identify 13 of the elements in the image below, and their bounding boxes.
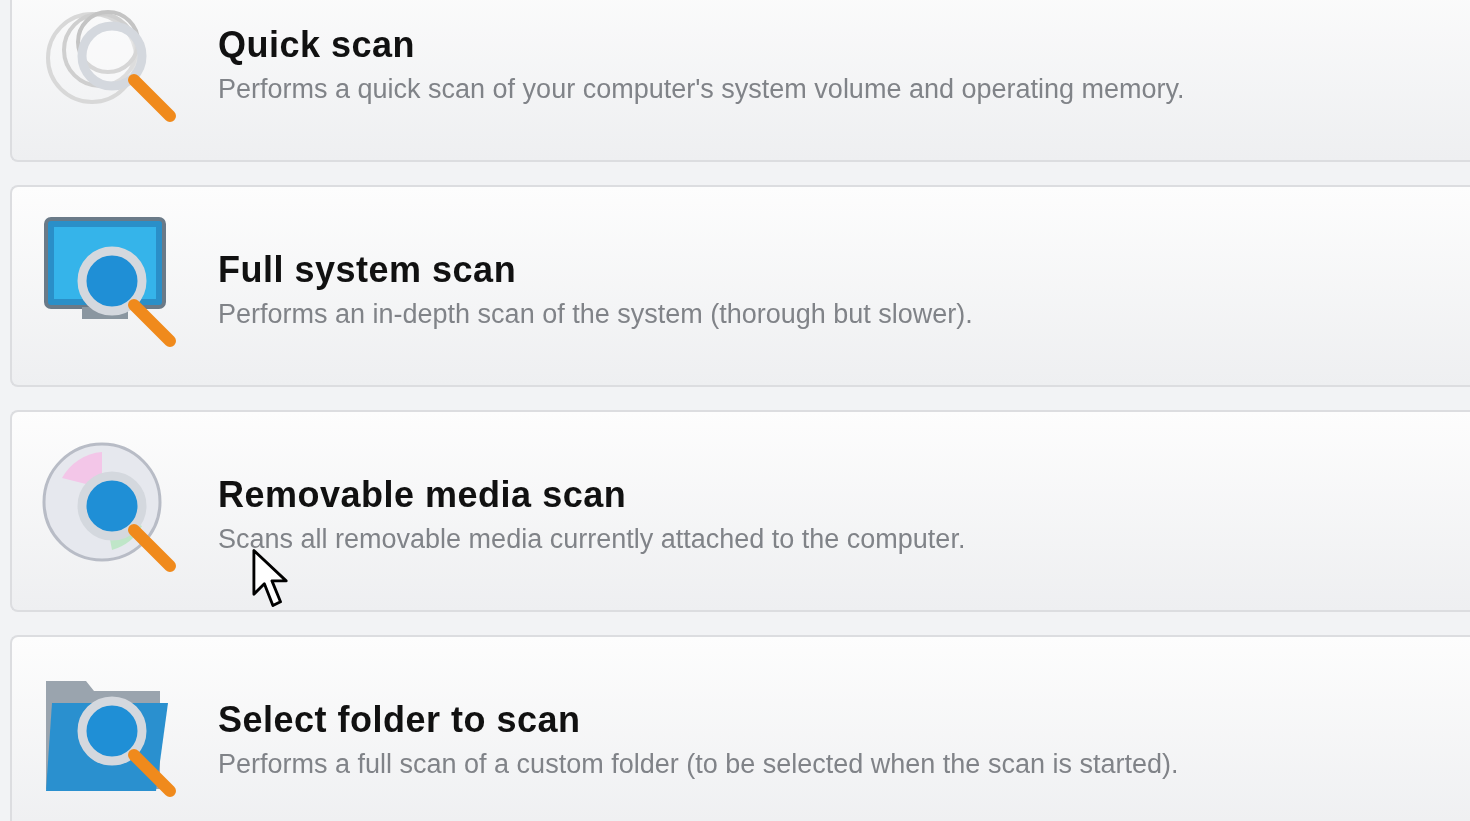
scan-option[interactable]: Quick scan Performs a quick scan of your computer's system volume and operating memory. [10,0,1470,162]
scan-option[interactable]: Select folder to scan Performs a full scan of a custom folder (to be selected when the scan is started). [10,635,1470,821]
scan-title: Select folder to scan [218,698,582,741]
scan-title: Full system scan [218,248,518,291]
scan-description: Performs a quick scan of your computer's system volume and operating memory. [218,73,1185,105]
mouse-cursor-icon [252,548,290,610]
scan-description: Performs an in-depth scan of the system (thorough but slower). [218,298,973,330]
scan-description: Performs a full scan of a custom folder (to be selected when the scan is started). [218,748,1179,780]
scan-title: Removable media scan [218,473,628,516]
scan-title: Quick scan [218,23,417,66]
scan-option[interactable]: Full system scan Performs an in-depth scan of the system (thorough but slower). [10,185,1470,387]
scan-option[interactable]: Removable media scan Scans all removable media currently attached to the computer. [10,410,1470,612]
scan-description: Scans all removable media currently attached to the computer. [218,523,966,555]
